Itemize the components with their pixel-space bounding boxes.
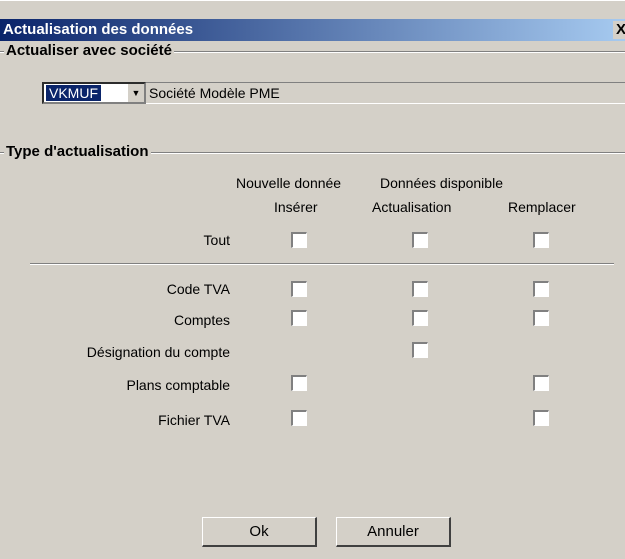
row-label-chart-of-accounts: Plans comptable	[126, 377, 230, 393]
window-title: Actualisation des données	[3, 21, 194, 38]
separator	[30, 263, 614, 265]
company-code-combo[interactable]: VKMUF ▼	[42, 82, 146, 104]
column-update: Actualisation	[372, 199, 452, 215]
company-name-field: Société Modèle PME	[146, 82, 625, 104]
row-label-all: Tout	[203, 232, 230, 248]
chevron-down-icon[interactable]: ▼	[127, 84, 144, 102]
row-label-code-tva: Code TVA	[166, 281, 230, 297]
accounts-update-checkbox[interactable]	[412, 310, 428, 326]
code-tva-replace-checkbox[interactable]	[533, 281, 549, 297]
accounts-replace-checkbox[interactable]	[533, 310, 549, 326]
all-insert-checkbox[interactable]	[291, 232, 307, 248]
header-new-data: Nouvelle donnée	[236, 175, 342, 191]
all-replace-checkbox[interactable]	[533, 232, 549, 248]
accounts-insert-checkbox[interactable]	[291, 310, 307, 326]
dialog-body: Actualiser avec société VKMUF ▼ Société …	[0, 41, 625, 559]
vat-file-insert-checkbox[interactable]	[291, 410, 307, 426]
company-code-value: VKMUF	[46, 85, 101, 101]
chart-of-accounts-insert-checkbox[interactable]	[291, 375, 307, 391]
row-label-vat-file: Fichier TVA	[158, 412, 230, 428]
row-label-account-designation: Désignation du compte	[86, 344, 230, 360]
account-designation-update-checkbox[interactable]	[412, 342, 428, 358]
cancel-button[interactable]: Annuler	[336, 517, 451, 547]
close-button[interactable]: X	[613, 21, 625, 39]
chart-of-accounts-replace-checkbox[interactable]	[533, 375, 549, 391]
all-update-checkbox[interactable]	[412, 232, 428, 248]
company-group-title: Actualiser avec société	[4, 42, 174, 60]
type-group-title: Type d'actualisation	[4, 143, 151, 161]
column-insert: Insérer	[274, 199, 318, 215]
title-bar: Actualisation des données X	[0, 19, 625, 41]
dialog-window: Actualisation des données X Actualiser a…	[0, 0, 625, 559]
code-tva-update-checkbox[interactable]	[412, 281, 428, 297]
code-tva-insert-checkbox[interactable]	[291, 281, 307, 297]
ok-button[interactable]: Ok	[202, 517, 317, 547]
header-available-data: Données disponible	[380, 175, 503, 191]
row-label-accounts: Comptes	[173, 312, 230, 328]
vat-file-replace-checkbox[interactable]	[533, 410, 549, 426]
column-replace: Remplacer	[508, 199, 576, 215]
